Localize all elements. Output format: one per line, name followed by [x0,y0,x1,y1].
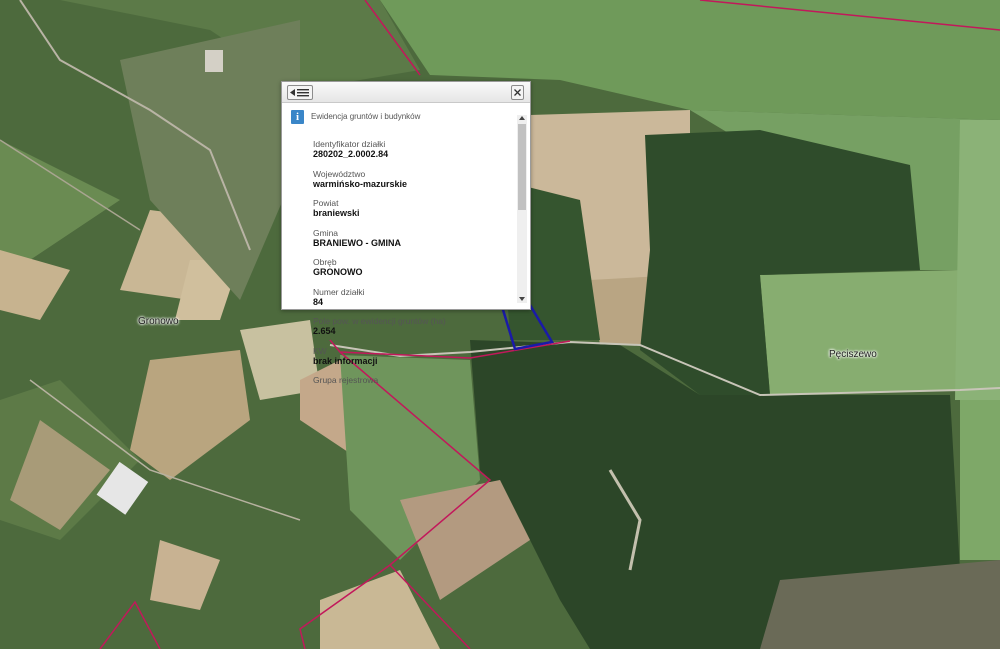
popup-header [282,82,530,103]
attribute-label: Powiat [313,198,339,208]
field [960,400,1000,560]
attribute-row: Obręb GRONOWO [313,258,513,288]
attribute-value: 2.654 [313,326,336,336]
attribute-value: GRONOWO [313,267,363,277]
field [760,270,960,395]
attribute-row: Numer działki 84 [313,286,513,318]
attribute-row: Identyfikator działki 280202_2.0002.84 [313,140,513,170]
field [955,120,1000,400]
scroll-thumb[interactable] [518,124,526,210]
attribute-label: Identyfikator działki [313,139,386,149]
attribute-row: Grupa rejestrowa [313,376,513,406]
attribute-label: Gmina [313,227,339,238]
place-label-gronowo: Gronowo [138,316,179,327]
attribute-label: Numer działki [313,286,365,297]
attribute-value: 280202_2.0002.84 [313,149,389,159]
close-icon [514,89,521,96]
attribute-label: Pole pow. w ewidencji gruntów (ha) [313,316,446,326]
scroll-down-arrow-icon[interactable] [519,297,525,301]
layer-title: Ewidencja gruntów i budynków [311,112,421,121]
attribute-value: BRANIEWO - GMINA [313,237,401,248]
attribute-value: warmińsko-mazurskie [313,178,408,189]
attribute-label: Województwo [313,168,366,179]
layer-header: i Ewidencja gruntów i budynków [291,110,521,126]
place-label-peciszewo: Pęciszewo [829,349,877,360]
attribute-row: Województwo warmińsko-mazurskie [313,168,513,200]
info-icon: i [291,110,304,124]
attribute-value: 84 [313,296,324,307]
popup-scrollbar[interactable] [517,115,527,303]
parcel-info-popup: i Ewidencja gruntów i budynków Identyfik… [281,81,531,385]
attribute-value: brak informacji [313,355,378,366]
attribute-label: KW [313,345,327,356]
attribute-label: Obręb [313,257,337,267]
attribute-value: braniewski [313,208,360,218]
attribute-row: Pole pow. w ewidencji gruntów (ha) 2.654 [313,317,513,347]
close-button[interactable] [511,85,524,100]
list-back-icon [290,89,309,97]
list-back-button[interactable] [287,85,313,100]
attribute-row: KW brak informacji [313,345,513,377]
attribute-list: Identyfikator działki 280202_2.0002.84 W… [313,140,513,406]
attribute-row: Gmina BRANIEWO - GMINA [313,227,513,259]
scroll-up-arrow-icon[interactable] [519,116,525,120]
attribute-row: Powiat braniewski [313,199,513,229]
attribute-label: Grupa rejestrowa [313,375,379,385]
